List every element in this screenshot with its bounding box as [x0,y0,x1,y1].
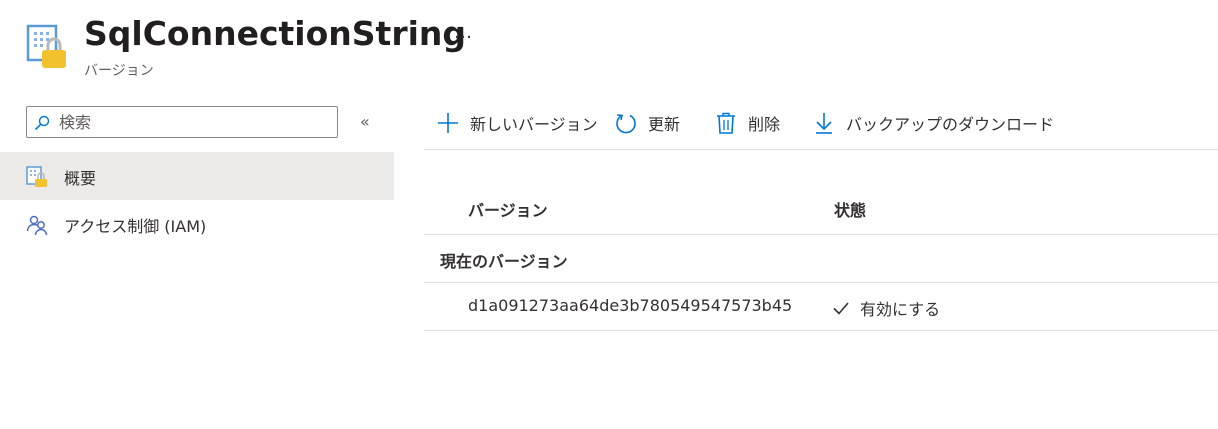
sidebar-item-label: 概要 [64,169,97,188]
delete-label: 削除 [748,115,781,134]
more-options-button[interactable]: … [454,22,473,43]
delete-button[interactable]: 削除 [714,108,780,138]
sidebar-item-overview[interactable]: 概要 [0,152,394,200]
plus-icon [438,113,458,133]
trash-icon [717,112,735,134]
new-version-button[interactable]: 新しいバージョン [436,108,598,138]
column-header-status[interactable]: 状態 [834,197,866,221]
page-header: SqlConnectionString バージョン … [0,0,1218,90]
status-text: 有効にする [860,300,941,319]
page-title: SqlConnectionString [84,14,467,53]
overview-icon [26,166,47,187]
checkmark-icon [833,302,849,315]
new-version-label: 新しいバージョン [470,115,598,134]
search-input[interactable] [59,110,329,134]
sidebar-item-access-control[interactable]: アクセス制御 (IAM) [0,200,394,248]
sidebar-item-label: アクセス制御 (IAM) [64,217,207,236]
refresh-icon [616,114,636,134]
refresh-button[interactable]: 更新 [614,108,680,138]
column-header-version[interactable]: バージョン [468,197,548,221]
grid-header: バージョン 状態 [424,182,1218,235]
page-subtitle: バージョン [84,63,154,79]
version-id-link[interactable]: d1a091273aa64de3b780549547573b45 [468,296,792,315]
search-icon [34,115,50,131]
collapse-sidebar-button[interactable]: « [360,112,370,131]
secret-lock-icon [26,24,66,68]
sidebar-search[interactable] [26,106,338,138]
table-row[interactable]: d1a091273aa64de3b780549547573b45 有効にする [424,283,1218,331]
status-cell: 有効にする [832,296,940,320]
group-label: 現在のバージョン [440,252,568,271]
refresh-label: 更新 [648,115,681,134]
versions-grid: バージョン 状態 現在のバージョン d1a091273aa64de3b78054… [424,182,1218,331]
download-backup-button[interactable]: バックアップのダウンロード [812,108,1054,138]
download-icon [816,113,832,134]
sidebar: « 概要 アクセス制御 (IAM) [0,96,394,429]
download-backup-label: バックアップのダウンロード [846,115,1055,134]
group-header-current-version: 現在のバージョン [424,235,1218,283]
command-bar: 新しいバージョン 更新 削除 バックアップのダウンロード [424,96,1218,150]
main-content: 新しいバージョン 更新 削除 バックアップのダウンロード バージョン 状態 現在… [424,96,1218,429]
people-icon [26,215,48,236]
